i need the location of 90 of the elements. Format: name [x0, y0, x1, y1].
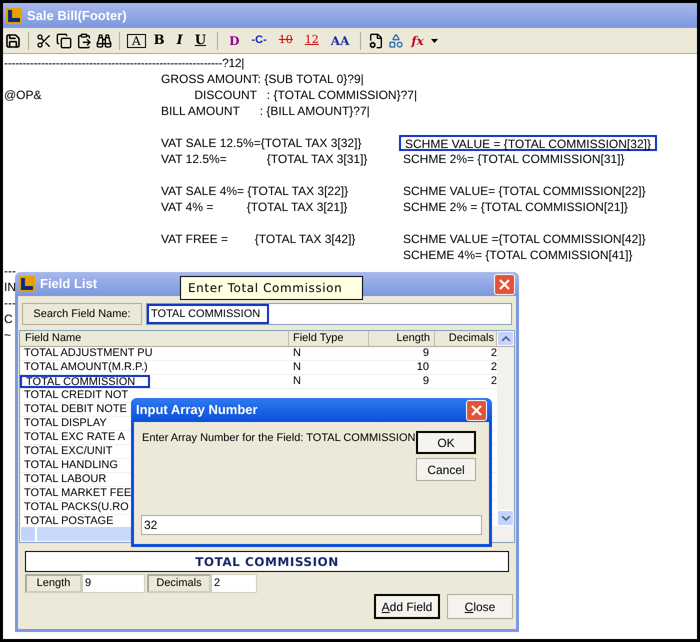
- format-button[interactable]: 10: [274, 32, 297, 49]
- close-button[interactable]: [466, 400, 487, 420]
- table-cell-text: TOTAL MARKET FEE: [23, 487, 132, 500]
- app-logo-icon: [19, 276, 35, 292]
- column-header[interactable]: Field Name: [20, 331, 289, 346]
- field-label: Length: [25, 574, 82, 593]
- editor-text: SCHME VALUE = {TOTAL COMMISSION[32]}: [399, 135, 657, 151]
- editor-text: SCHEME 4%= {TOTAL COMMISSION[41]}: [402, 247, 634, 263]
- table-cell-text: TOTAL HANDLING: [23, 459, 119, 472]
- chevron-down-icon: [502, 516, 510, 520]
- editor-text: SCHME VALUE= {TOTAL COMMISSION[22]}: [402, 183, 647, 199]
- ok-button[interactable]: OK: [416, 431, 476, 454]
- dialog-title: Field List: [40, 275, 98, 294]
- add-field-button[interactable]: Add Field: [374, 594, 440, 619]
- editor-text: ---: [4, 264, 16, 278]
- save-icon[interactable]: [5, 32, 21, 48]
- dropdown-arrow-icon[interactable]: [430, 38, 438, 42]
- field-label: Search Field Name:: [22, 303, 142, 325]
- table-cell-text: TOTAL PACKS(U.RO: [23, 501, 130, 514]
- find-icon[interactable]: [96, 32, 112, 48]
- format-button[interactable]: -C-: [248, 32, 271, 49]
- editor-text: DISCOUNT : {TOTAL COMMISSION}?7|: [193, 88, 418, 102]
- function-button[interactable]: fx: [408, 32, 427, 50]
- table-cell-text: 2: [490, 361, 497, 374]
- editor-text: VAT SALE 4%= {TOTAL TAX 3[22]}: [161, 184, 348, 198]
- table-cell-text: 10: [416, 361, 430, 374]
- editor-text: SCHME 2% = {TOTAL COMMISSION[21]}: [402, 199, 629, 215]
- format-button[interactable]: I: [172, 30, 187, 50]
- table-cell-text: N: [292, 375, 302, 388]
- scroll-up-button[interactable]: [497, 331, 514, 346]
- array-number-field[interactable]: 32: [141, 515, 482, 535]
- format-button[interactable]: B: [150, 30, 169, 50]
- format-button[interactable]: U: [190, 30, 210, 50]
- table-cell-text: 2: [490, 375, 497, 388]
- search-field[interactable]: TOTAL COMMISSION: [146, 303, 512, 325]
- cut-icon[interactable]: [36, 32, 52, 48]
- editor-text: VAT SALE 12.5%={TOTAL TAX 3[32]}: [161, 136, 362, 150]
- editor-text: GROSS AMOUNT: {SUB TOTAL 0}?9|: [161, 72, 364, 86]
- table-row[interactable]: TOTAL ADJUSTMENT PU N 9 2: [20, 347, 497, 361]
- current-field-name: TOTAL COMMISSION: [195, 554, 339, 570]
- table-cell-text: 2: [490, 347, 497, 360]
- table-cell-text: TOTAL DISPLAY: [23, 417, 108, 430]
- table-cell-text: TOTAL CREDIT NOT: [23, 389, 130, 402]
- format-button[interactable]: A: [127, 34, 146, 48]
- editor-text: C: [4, 312, 13, 326]
- editor-rule-line: -----------------------------------------------------------?12|: [4, 55, 244, 71]
- copy-icon[interactable]: [56, 32, 72, 48]
- cancel-button[interactable]: Cancel: [416, 458, 476, 481]
- shapes-icon[interactable]: [388, 32, 404, 48]
- close-x-icon: [471, 404, 482, 416]
- format-button[interactable]: D: [225, 32, 244, 50]
- chevron-up-icon: [502, 336, 510, 341]
- editor-text: SCHME 2%= {TOTAL COMMISSION[31]}: [402, 151, 626, 167]
- editor-text: IN: [4, 280, 16, 294]
- table-cell-text: TOTAL LABOUR: [23, 473, 108, 486]
- length-field[interactable]: 9: [82, 574, 145, 593]
- table-cell-text: TOTAL ADJUSTMENT PU: [23, 347, 150, 360]
- table-row[interactable]: TOTAL AMOUNT(M.R.P.) N 10 2: [20, 361, 497, 375]
- table-cell-text: TOTAL EXC/UNIT: [23, 445, 114, 458]
- table-cell: TOTAL COMMISSION: [20, 375, 150, 388]
- dialog-title: Input Array Number: [136, 401, 258, 420]
- editor-text: VAT 4% = {TOTAL TAX 3[21]}: [161, 200, 348, 214]
- properties-icon[interactable]: [368, 32, 384, 48]
- app-logo-icon: [6, 8, 22, 24]
- editor-text: BILL AMOUNT : {BILL AMOUNT}?7|: [161, 104, 370, 118]
- table-row[interactable]: TOTAL COMMISSION N 9 2: [20, 375, 497, 389]
- close-x-icon: [499, 278, 510, 290]
- editor-text: VAT FREE = {TOTAL TAX 3[42]}: [161, 232, 356, 246]
- decimals-field[interactable]: 2: [211, 574, 257, 593]
- close-button[interactable]: Close: [447, 594, 513, 619]
- editor-text: VAT 12.5%= {TOTAL TAX 3[31]}: [161, 152, 368, 166]
- prompt-text: Enter Array Number for the Field: TOTAL COMMISSION: [142, 431, 416, 446]
- editor-text: @OP&: [4, 88, 42, 102]
- tooltip-text: Enter Total Commission: [188, 280, 342, 297]
- paste-icon[interactable]: [76, 32, 92, 48]
- table-cell-text: N: [292, 347, 302, 360]
- editor-text: ~: [4, 328, 12, 342]
- vertical-scrollbar[interactable]: [497, 347, 514, 526]
- column-header[interactable]: Length: [369, 331, 435, 346]
- editor-text: SCHME VALUE ={TOTAL COMMISSION[42]}: [402, 231, 647, 247]
- table-cell-text: TOTAL AMOUNT(M.R.P.): [23, 361, 149, 374]
- column-header[interactable]: Field Type: [289, 331, 369, 346]
- field-label: Decimals: [147, 574, 211, 593]
- format-button[interactable]: 12: [300, 32, 323, 49]
- window-title: Sale Bill(Footer): [27, 6, 127, 25]
- table-cell-text: 9: [422, 375, 430, 388]
- format-button[interactable]: AA: [326, 32, 354, 50]
- table-cell-text: 9: [422, 347, 430, 360]
- close-button[interactable]: [494, 274, 515, 294]
- table-cell-text: N: [292, 361, 302, 374]
